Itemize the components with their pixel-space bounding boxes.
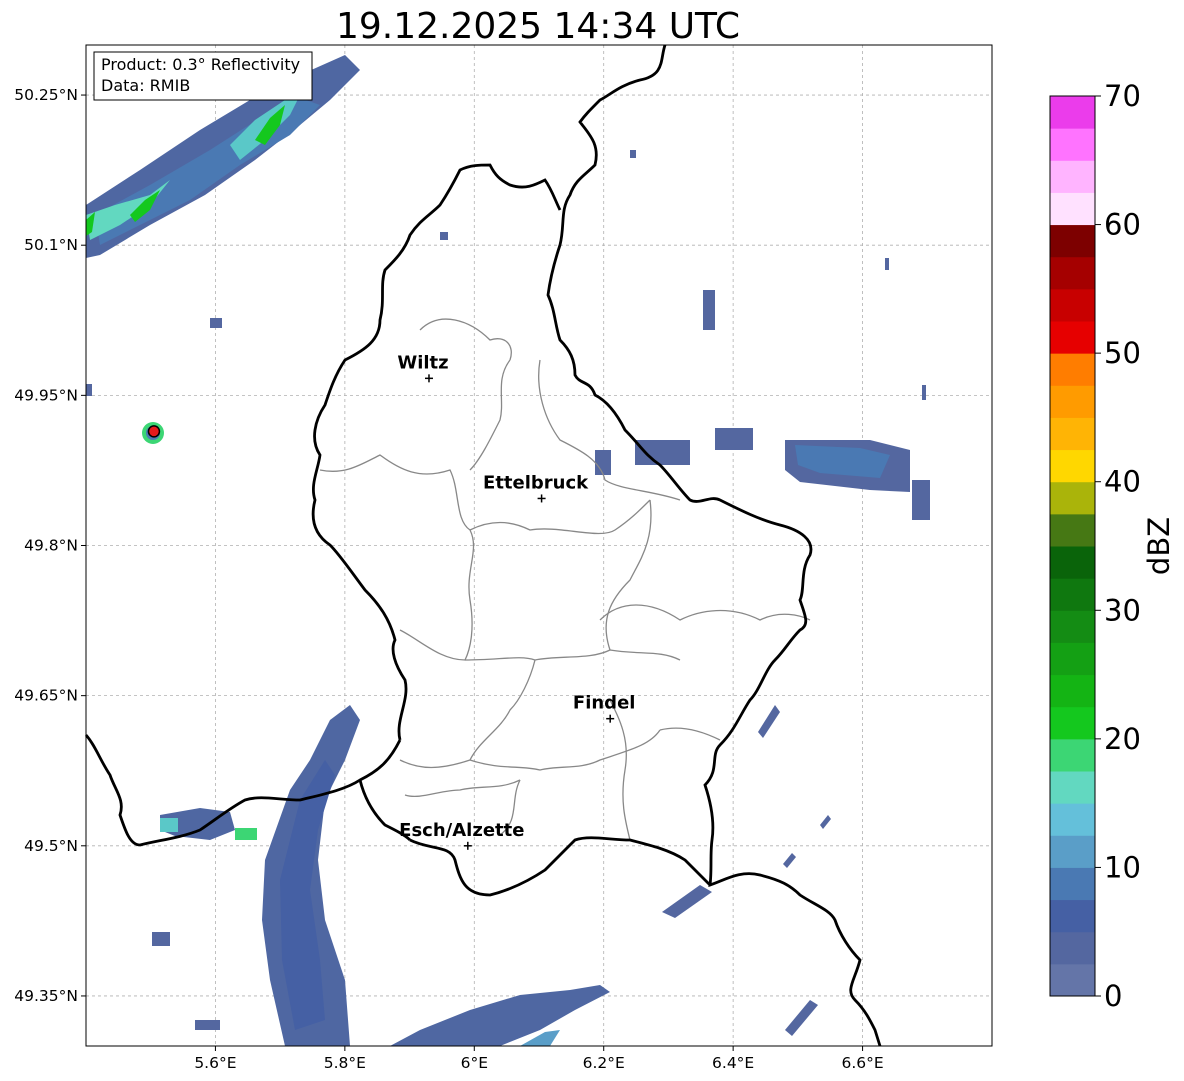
colorbar-swatch: [1050, 128, 1095, 161]
colorbar-swatch: [1050, 835, 1095, 868]
colorbar-swatch: [1050, 674, 1095, 708]
colorbar-swatch: [1050, 449, 1095, 483]
colorbar-swatch: [1050, 417, 1095, 451]
lat-tick-label: 49.5°N: [24, 837, 78, 855]
colorbar-swatch: [1050, 803, 1095, 836]
colorbar-swatch: [1050, 385, 1095, 418]
colorbar-swatch: [1050, 578, 1095, 611]
lon-tick-label: 6.2°E: [583, 1054, 625, 1072]
colorbar-swatch: [1050, 96, 1095, 129]
colorbar-swatch: [1050, 321, 1095, 354]
colorbar-swatch: [1050, 706, 1095, 740]
lon-tick-label: 6.6°E: [841, 1054, 883, 1072]
lat-tick-label: 49.65°N: [14, 687, 78, 705]
lon-tick-label: 6°E: [461, 1054, 488, 1072]
map-title: 19.12.2025 14:34 UTC: [336, 6, 740, 47]
city-label: Ettelbruck: [483, 472, 589, 493]
city-label: Esch/Alzette: [399, 820, 524, 841]
colorbar-tick-label: 20: [1104, 722, 1141, 756]
colorbar-swatch: [1050, 546, 1095, 579]
colorbar-swatch: [1050, 481, 1095, 515]
lon-tick-label: 5.6°E: [194, 1054, 236, 1072]
colorbar-swatch: [1050, 771, 1095, 804]
colorbar-swatch: [1050, 963, 1095, 997]
colorbar: 0 10 20 30 40 50 60 70 dBZ: [1049, 79, 1176, 1013]
colorbar-swatch: [1050, 738, 1095, 772]
colorbar-swatch: [1050, 610, 1095, 643]
colorbar-swatch: [1050, 192, 1095, 226]
colorbar-swatches: [1050, 96, 1095, 997]
data-source-label: Data: RMIB: [101, 76, 190, 95]
lat-tick-label: 50.1°N: [24, 236, 78, 254]
colorbar-tick-label: 0: [1104, 979, 1122, 1013]
colorbar-swatch: [1050, 931, 1095, 965]
colorbar-tick-label: 60: [1104, 208, 1141, 242]
colorbar-swatch: [1050, 867, 1095, 901]
product-label: Product: 0.3° Reflectivity: [101, 55, 300, 74]
colorbar-ticks: 0 10 20 30 40 50 60 70: [1095, 79, 1141, 1013]
colorbar-label: dBZ: [1142, 517, 1176, 575]
lon-tick-label: 5.8°E: [324, 1054, 366, 1072]
colorbar-swatch: [1050, 513, 1095, 547]
colorbar-swatch: [1050, 224, 1095, 258]
colorbar-swatch: [1050, 353, 1095, 386]
colorbar-tick-label: 70: [1104, 79, 1141, 113]
lat-tick-label: 49.95°N: [14, 386, 78, 404]
city-label: Findel: [573, 693, 636, 714]
lat-tick-label: 49.8°N: [24, 537, 78, 555]
colorbar-tick-label: 50: [1104, 336, 1141, 370]
lat-tick-label: 50.25°N: [14, 86, 78, 104]
colorbar-swatch: [1050, 160, 1095, 193]
map-panel: Wiltz Ettelbruck Findel Esch/Alzette Produc…: [84, 44, 993, 1047]
lat-tick-label: 49.35°N: [14, 987, 78, 1005]
radar-map-figure: 19.12.2025 14:34 UTC WiltzEttelbruckFind…: [14, 6, 1176, 1072]
colorbar-swatch: [1050, 256, 1095, 290]
colorbar-swatch: [1050, 642, 1095, 676]
lon-tick-label: 6.4°E: [712, 1054, 754, 1072]
colorbar-swatch: [1050, 899, 1095, 933]
colorbar-tick-label: 30: [1104, 593, 1141, 627]
radar-site-marker: [147, 425, 161, 438]
colorbar-tick-label: 40: [1104, 465, 1141, 499]
colorbar-tick-label: 10: [1104, 850, 1141, 884]
city-label: Wiltz: [397, 352, 448, 373]
colorbar-swatch: [1050, 288, 1095, 322]
info-box: Product: 0.3° Reflectivity Data: RMIB: [93, 51, 313, 101]
